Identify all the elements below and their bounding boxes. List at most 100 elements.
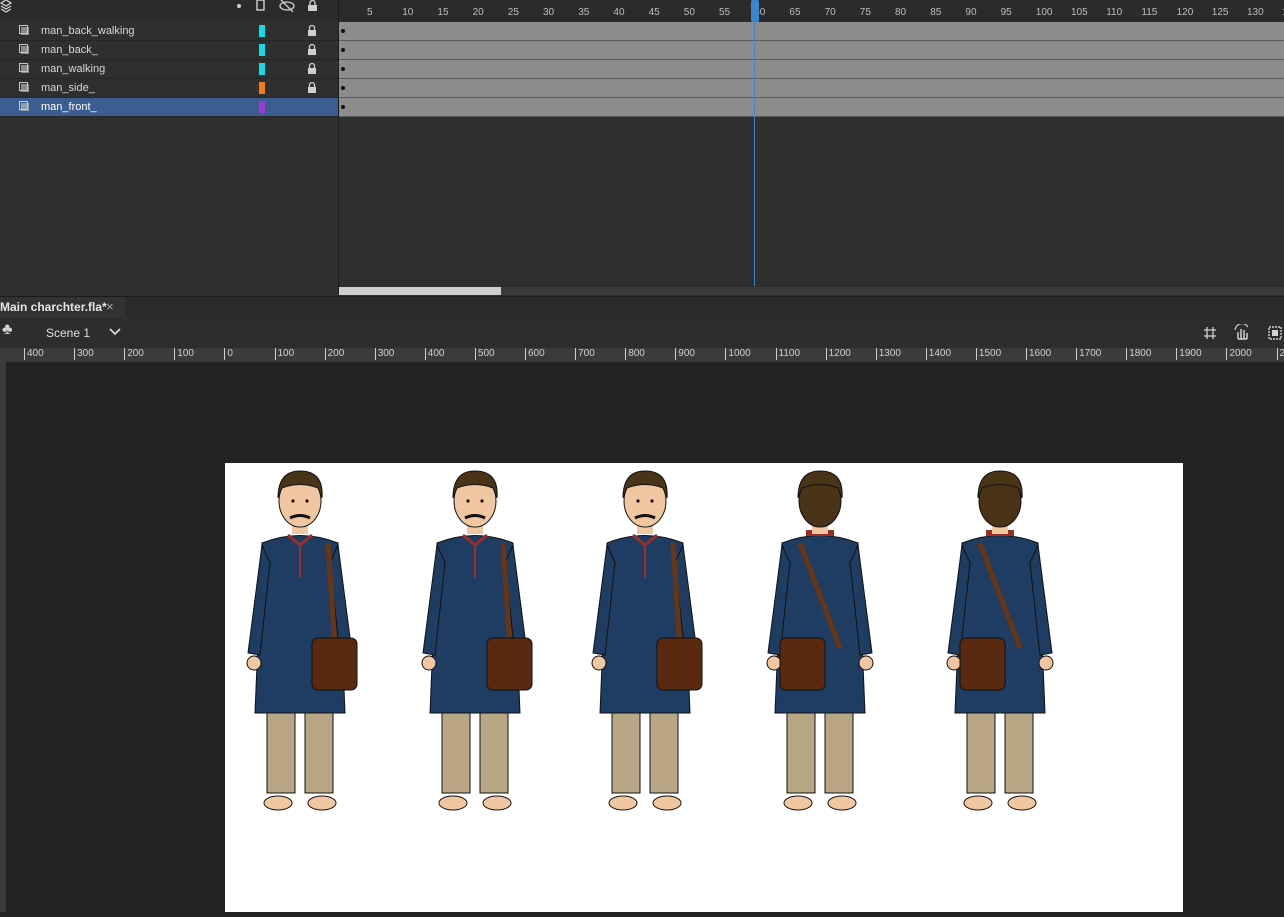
frame-number: 55	[719, 7, 730, 18]
layer-color-swatch[interactable]	[259, 63, 265, 75]
layer-row[interactable]: man_back_walking	[0, 22, 338, 41]
chevron-down-icon[interactable]	[109, 328, 121, 336]
layer-type-icon	[19, 25, 29, 35]
frame-number: 40	[613, 7, 624, 18]
character-walking[interactable]	[592, 471, 702, 810]
outline-icon[interactable]	[256, 0, 266, 12]
character-turnaround	[225, 463, 1183, 912]
frame-number: 120	[1177, 7, 1194, 18]
close-icon[interactable]: ×	[106, 297, 114, 317]
ruler-label: 400	[24, 348, 44, 360]
layer-color-swatch[interactable]	[259, 82, 265, 94]
character-back-three-quarter[interactable]	[947, 471, 1053, 810]
ruler-label: 500	[475, 348, 495, 360]
snap-grid-icon[interactable]	[1203, 326, 1217, 340]
layer-row[interactable]: man_side_	[0, 79, 338, 98]
keyframe-dot[interactable]	[341, 29, 345, 33]
frame-number: 20	[473, 7, 484, 18]
frame-number: 85	[930, 7, 941, 18]
ruler-label: 900	[675, 348, 695, 360]
character-three-quarter[interactable]	[422, 471, 532, 810]
frame-track[interactable]	[339, 22, 1284, 41]
frame-number: 10	[402, 7, 413, 18]
horizontal-ruler: 4003002001000100200300400500600700800900…	[0, 348, 1284, 363]
timeline-scroll-thumb[interactable]	[339, 287, 501, 295]
ruler-label: 800	[625, 348, 645, 360]
playhead-handle[interactable]	[751, 0, 759, 22]
layer-type-icon	[19, 101, 29, 111]
layer-name: man_side_	[41, 79, 95, 97]
ruler-label: 1900	[1176, 348, 1201, 360]
layer-name: man_back_walking	[41, 22, 135, 40]
ruler-label: 2	[1277, 348, 1284, 360]
lock-icon[interactable]	[307, 25, 317, 36]
character-back[interactable]	[767, 471, 873, 810]
frame-number: 30	[543, 7, 554, 18]
keyframe-dot[interactable]	[341, 105, 345, 109]
layer-name: man_back_	[41, 41, 98, 59]
lock-icon[interactable]	[307, 44, 317, 55]
stage-canvas[interactable]	[225, 463, 1183, 912]
ruler-label: 300	[375, 348, 395, 360]
frame-number: 15	[437, 7, 448, 18]
ruler-label: 2000	[1226, 348, 1251, 360]
frame-number: 130	[1247, 7, 1264, 18]
keyframe-dot[interactable]	[341, 86, 345, 90]
clip-stage-icon[interactable]	[1267, 325, 1283, 341]
frame-number: 80	[895, 7, 906, 18]
layers-stack-icon[interactable]	[0, 0, 14, 14]
frame-number: 75	[860, 7, 871, 18]
frame-number: 105	[1071, 7, 1088, 18]
playhead-line[interactable]	[754, 0, 755, 286]
ruler-label: 1400	[926, 348, 951, 360]
highlight-dot-icon[interactable]	[237, 4, 241, 8]
frame-track[interactable]	[339, 60, 1284, 79]
ruler-label: 200	[124, 348, 144, 360]
layer-type-icon	[19, 82, 29, 92]
eye-hidden-icon[interactable]	[279, 0, 295, 12]
layer-color-swatch[interactable]	[259, 44, 265, 56]
ruler-label: 1700	[1076, 348, 1101, 360]
lock-icon[interactable]	[307, 63, 317, 74]
ruler-label: 300	[74, 348, 94, 360]
keyframe-dot[interactable]	[341, 67, 345, 71]
lock-icon[interactable]	[307, 82, 317, 93]
document-tab[interactable]: Main charchter.fla* ×	[0, 297, 125, 318]
frame-ruler[interactable]: 5101520253035404550556065707580859095100…	[339, 0, 1284, 23]
frame-number: 45	[649, 7, 660, 18]
frame-number: 125	[1212, 7, 1229, 18]
frame-number: 115	[1141, 7, 1157, 18]
ruler-label: 1000	[725, 348, 750, 360]
layer-color-swatch[interactable]	[259, 25, 265, 37]
ruler-label: 600	[525, 348, 545, 360]
frame-number: 100	[1036, 7, 1053, 18]
keyframe-dot[interactable]	[341, 48, 345, 52]
ruler-label: 100	[174, 348, 194, 360]
layer-row[interactable]: man_walking	[0, 60, 338, 79]
frame-number: 65	[789, 7, 800, 18]
layer-color-swatch[interactable]	[259, 101, 265, 113]
layer-type-icon	[19, 63, 29, 73]
ruler-label: 0	[224, 348, 233, 360]
scene-label[interactable]: Scene 1	[46, 326, 90, 340]
layer-header	[0, 0, 338, 22]
layer-row[interactable]: man_front_	[0, 98, 338, 117]
layer-type-icon	[19, 44, 29, 54]
ruler-label: 1600	[1026, 348, 1051, 360]
frame-number: 90	[965, 7, 976, 18]
frame-number: 25	[508, 7, 519, 18]
frame-number: 70	[825, 7, 836, 18]
hand-rotate-icon[interactable]	[1233, 324, 1251, 342]
document-tab-strip	[0, 296, 1284, 319]
scene-bar: ♣ Scene 1	[0, 318, 1284, 348]
lock-all-icon[interactable]	[307, 0, 318, 12]
frame-track[interactable]	[339, 79, 1284, 98]
club-icon[interactable]: ♣	[2, 321, 13, 339]
frame-number: 110	[1106, 7, 1122, 18]
frame-track[interactable]	[339, 41, 1284, 60]
ruler-label: 700	[575, 348, 595, 360]
character-front[interactable]	[247, 471, 357, 810]
frame-track[interactable]	[339, 98, 1284, 117]
ruler-label: 1100	[776, 348, 801, 360]
layer-row[interactable]: man_back_	[0, 41, 338, 60]
